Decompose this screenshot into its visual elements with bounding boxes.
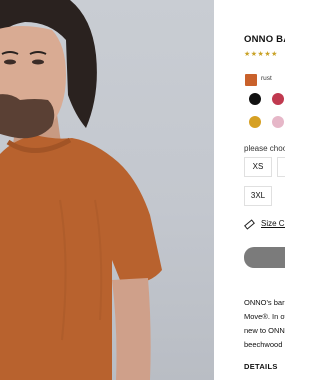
description-line: beechwood — [244, 340, 283, 349]
description-line: ONNO's bar — [244, 298, 285, 307]
rating-stars[interactable]: ★★★★★ — [244, 50, 278, 58]
ruler-icon — [244, 219, 255, 230]
product-info-panel: ONNO BA ★★★★★ rust please choo XS 3XL Si… — [214, 0, 285, 380]
size-prompt: please choo — [244, 144, 285, 153]
size-option-3xl[interactable]: 3XL — [244, 186, 272, 206]
description-line: new to ONN — [244, 326, 285, 335]
size-chart-label: Size Ch — [261, 219, 285, 228]
add-to-cart-button[interactable] — [244, 247, 285, 268]
color-swatch-black[interactable] — [249, 93, 261, 105]
color-swatch-mustard[interactable] — [249, 116, 261, 128]
selected-color-label: rust — [261, 75, 272, 82]
product-description: ONNO's bar Move®. In ot new to ONN beech… — [244, 296, 285, 352]
color-swatch-pink[interactable] — [272, 116, 284, 128]
product-title: ONNO BA — [244, 34, 285, 45]
selected-color-swatch — [245, 74, 257, 86]
product-photo — [0, 0, 214, 380]
description-line: Move®. In ot — [244, 312, 285, 321]
details-heading[interactable]: DETAILS — [244, 362, 278, 371]
model-image — [0, 0, 162, 380]
size-option-xs[interactable]: XS — [244, 157, 272, 177]
size-option-next[interactable] — [277, 157, 285, 177]
color-swatch-red[interactable] — [272, 93, 284, 105]
